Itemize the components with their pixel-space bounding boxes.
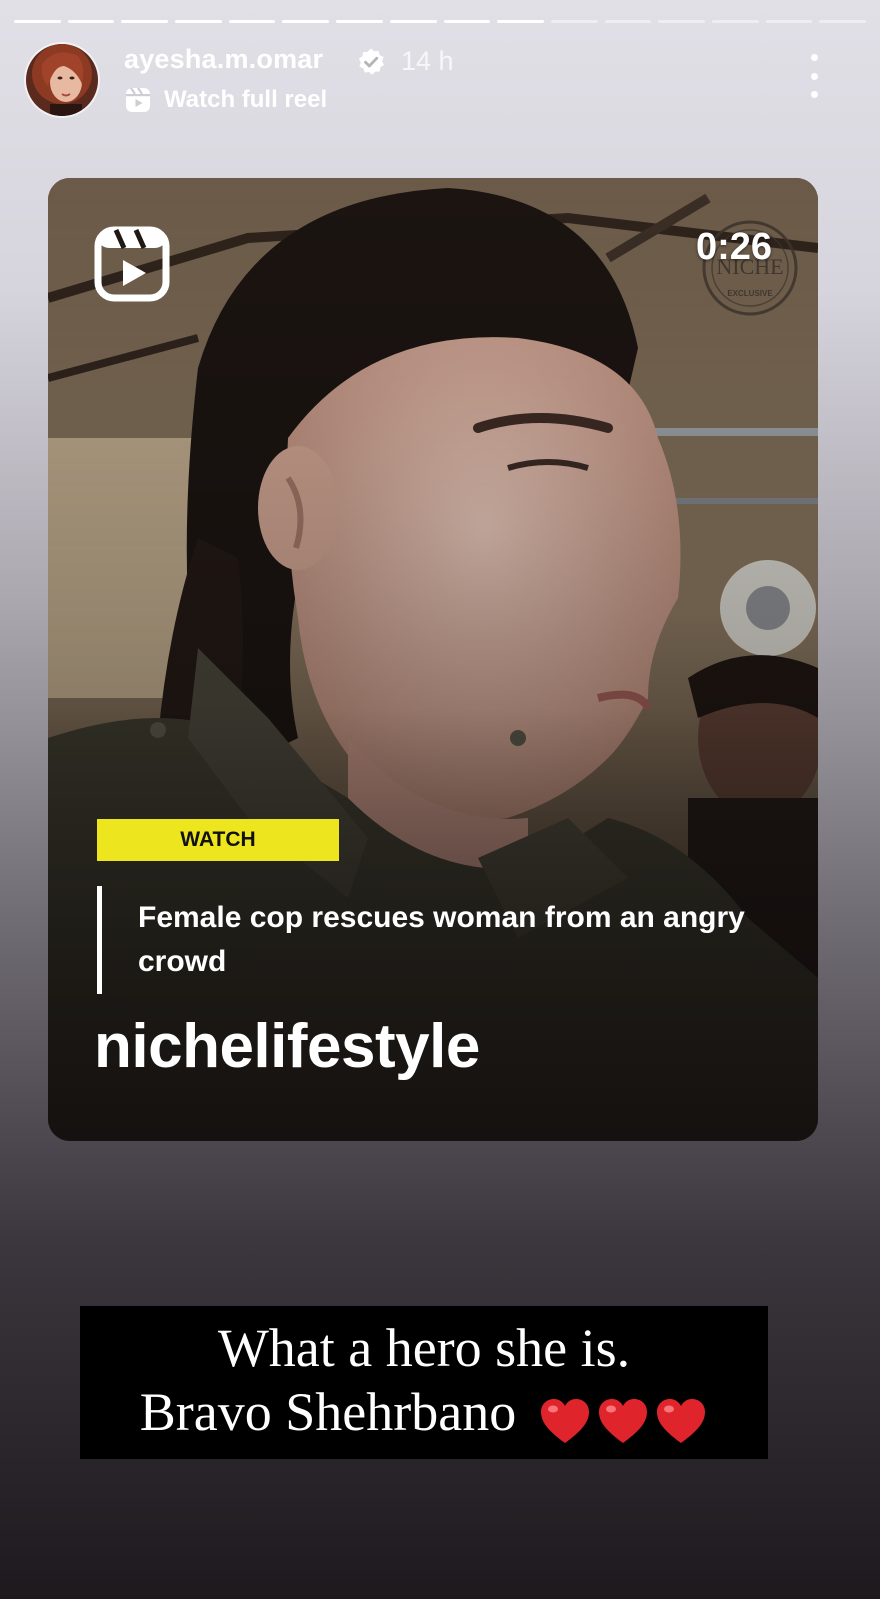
post-time: 14 h: [401, 46, 454, 76]
verified-badge-icon: [358, 48, 384, 75]
author-username[interactable]: ayesha.m.omar: [124, 44, 323, 75]
progress-segment: [67, 20, 115, 23]
heart-icon: [599, 1399, 648, 1444]
caption-line-2-text: Bravo Shehrbano: [139, 1381, 517, 1442]
reels-icon: [94, 226, 170, 302]
reel-account-name[interactable]: nichelifestyle: [94, 1011, 480, 1082]
heart-icon: [541, 1399, 590, 1444]
avatar[interactable]: [26, 44, 98, 116]
reels-icon: [126, 87, 150, 112]
progress-segment: [175, 20, 222, 23]
progress-segment: [711, 20, 759, 23]
progress-segment: [443, 20, 491, 23]
story-caption: What a hero she is. Bravo Shehrbano: [80, 1306, 768, 1459]
reel-duration: 0:26: [695, 226, 772, 268]
progress-segment: [765, 20, 813, 23]
headline-accent-bar: [97, 886, 102, 994]
heart-icon: [657, 1399, 706, 1444]
progress-segment: [497, 20, 544, 23]
progress-segment: [819, 20, 866, 23]
more-vertical-icon[interactable]: [798, 54, 830, 98]
reel-preview-card[interactable]: NICHE EXCLUSIVE 0:26 WATCH Female cop re…: [48, 178, 818, 1141]
progress-segment: [604, 20, 652, 23]
caption-line-1: What a hero she is.: [217, 1317, 631, 1378]
story-viewer[interactable]: ayesha.m.omar 14 h Watch full reel NICHE…: [0, 0, 880, 1599]
hearts-group: [534, 1385, 708, 1450]
watch-full-reel-link[interactable]: Watch full reel: [124, 86, 327, 114]
progress-segment: [14, 20, 61, 23]
progress-segment: [121, 20, 169, 23]
progress-segment: [228, 20, 276, 23]
progress-segment: [550, 20, 598, 23]
caption-line-2: Bravo Shehrbano: [140, 1380, 708, 1450]
watch-tag: WATCH: [97, 819, 339, 861]
progress-segment: [658, 20, 705, 23]
progress-segment: [389, 20, 437, 23]
story-progress-bar: [14, 20, 866, 23]
progress-segment: [336, 20, 383, 23]
svg-text:EXCLUSIVE: EXCLUSIVE: [727, 289, 773, 298]
watch-full-reel-label: Watch full reel: [164, 86, 328, 113]
reel-headline: Female cop rescues woman from an angry c…: [138, 901, 745, 978]
reel-thumbnail: [48, 178, 818, 1141]
progress-segment: [282, 20, 330, 23]
